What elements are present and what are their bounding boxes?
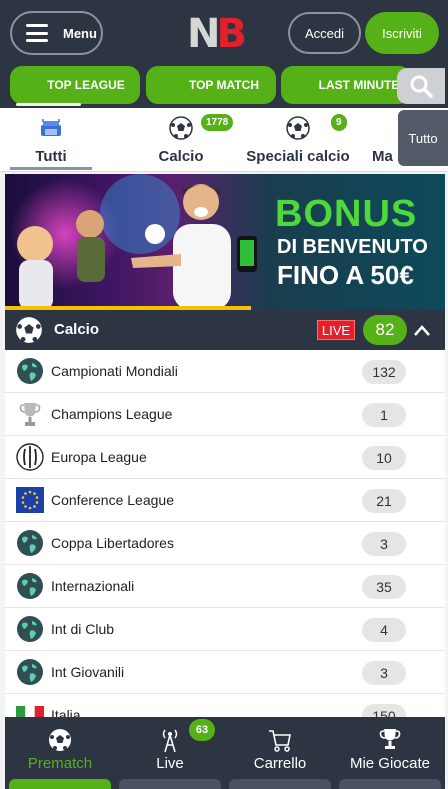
globe-icon — [17, 659, 43, 685]
competition-row[interactable]: Coppa Libertadores 3 — [5, 522, 445, 565]
logo[interactable]: NB — [187, 11, 263, 57]
competition-name: Int di Club — [51, 621, 115, 637]
event-count-badge: 9 — [331, 114, 347, 131]
chevron-up-icon[interactable] — [413, 322, 431, 340]
tab-speciali-calcio[interactable]: 9 Speciali calcio — [243, 108, 353, 172]
banner-amount: FINO A 50€ — [277, 260, 414, 290]
event-count-badge: 1778 — [201, 114, 234, 131]
competition-row[interactable]: Internazionali 35 — [5, 565, 445, 608]
tab-tutti[interactable]: Tutti — [10, 108, 92, 172]
nav-mie-giocate[interactable]: Mie Giocate — [335, 717, 445, 789]
competition-row[interactable]: Campionati Mondiali 132 — [5, 350, 445, 393]
eu-flag-icon — [16, 487, 44, 513]
competition-count: 1 — [362, 403, 406, 427]
tab-calcio[interactable]: 1778 Calcio — [140, 108, 234, 172]
competition-name: Europa League — [51, 449, 147, 465]
hamburger-icon — [26, 24, 48, 42]
search-icon — [410, 75, 433, 98]
cart-icon — [269, 730, 291, 752]
menu-label: Menu — [63, 25, 97, 41]
globe-icon — [17, 616, 43, 642]
competition-name: Int Giovanili — [51, 664, 125, 680]
competition-row[interactable]: Champions League 1 — [5, 393, 445, 436]
trophy-icon — [379, 729, 401, 749]
competition-name: Conference League — [51, 492, 174, 508]
soccer-ball-icon — [49, 729, 71, 751]
competition-count: 150 — [362, 704, 406, 717]
broadcast-tower-icon — [162, 729, 178, 753]
section-count: 82 — [363, 315, 407, 345]
tab-label: Speciali calcio — [246, 148, 350, 165]
search-button[interactable] — [397, 68, 445, 104]
active-tab-indicator — [10, 167, 92, 170]
tab-label: Calcio — [158, 148, 204, 165]
globe-icon — [17, 573, 43, 599]
top-header: Menu NB Accedi Iscriviti — [0, 0, 448, 64]
competition-name: Champions League — [51, 406, 173, 422]
globe-icon — [17, 358, 43, 384]
quick-link-label: TOP MATCH — [188, 78, 259, 92]
competition-count: 21 — [362, 489, 406, 513]
nav-indicator — [339, 779, 441, 789]
logo-letter-n: N — [187, 11, 221, 57]
nav-indicator — [229, 779, 331, 789]
competition-row[interactable]: Int di Club 4 — [5, 608, 445, 651]
quick-link-label: TOP LEAGUE — [47, 78, 125, 92]
competition-name: Campionati Mondiali — [51, 363, 178, 379]
nav-label: Prematch — [27, 755, 93, 772]
competition-row[interactable]: Conference League 21 — [5, 479, 445, 522]
soccer-ball-icon — [16, 317, 42, 343]
section-title: Calcio — [54, 321, 100, 338]
signup-button[interactable]: Iscriviti — [365, 12, 439, 54]
globe-icon — [17, 530, 43, 556]
quick-links-bar: TOP LEAGUE TOP MATCH LAST MINUTE — [0, 64, 448, 108]
competition-count: 4 — [362, 618, 406, 642]
competition-row[interactable]: Int Giovanili 3 — [5, 651, 445, 694]
competition-count: 3 — [362, 532, 406, 556]
pill-scroll-indicator — [16, 103, 81, 106]
login-button[interactable]: Accedi — [288, 12, 361, 54]
nav-prematch[interactable]: Prematch — [5, 717, 115, 789]
nav-label: Carrello — [253, 755, 307, 772]
competition-count: 3 — [362, 661, 406, 685]
competition-count: 132 — [362, 360, 406, 384]
competition-name: Internazionali — [51, 578, 135, 594]
competition-name: Coppa Libertadores — [51, 535, 174, 551]
soccer-ball-icon — [286, 116, 310, 140]
bottom-navigation: Prematch Live Carrello Mie Giocate 63 — [5, 717, 445, 789]
banner-subtitle: DI BENVENUTO — [277, 236, 428, 258]
italy-flag-icon — [16, 706, 44, 717]
athletes-illustration — [10, 174, 257, 310]
nav-indicator — [9, 779, 111, 789]
nav-label: Live — [156, 755, 184, 772]
nav-indicator — [119, 779, 221, 789]
quick-link-top-league[interactable]: TOP LEAGUE — [10, 66, 140, 106]
nav-label: Mie Giocate — [349, 755, 431, 772]
quick-link-label: LAST MINUTE — [318, 78, 400, 92]
competition-row[interactable]: Europa League 10 — [5, 436, 445, 479]
nav-carrello[interactable]: Carrello — [225, 717, 335, 789]
europa-league-icon — [16, 443, 44, 471]
soccer-ball-icon — [169, 116, 193, 140]
competition-list: Campionati Mondiali 132 Champions League 1 E… — [5, 350, 445, 717]
tutto-button[interactable]: Tutto — [398, 110, 448, 166]
trophy-icon — [19, 403, 41, 426]
promo-banner[interactable]: BONUS DI BENVENUTO FINO A 50€ — [5, 174, 445, 310]
tab-label: Tutti — [35, 148, 67, 165]
calcio-section-header[interactable]: Calcio LIVE 82 — [5, 310, 445, 350]
sport-tabs: Tutti 1778 Calcio 9 Speciali calcio Ma — [0, 108, 448, 172]
live-tag[interactable]: LIVE — [317, 320, 355, 340]
competition-count: 35 — [362, 575, 406, 599]
competition-name: Italia — [51, 707, 81, 717]
quick-link-top-match[interactable]: TOP MATCH — [146, 66, 276, 104]
logo-letter-b: B — [216, 11, 246, 57]
competition-row[interactable]: Italia 150 — [5, 694, 445, 717]
stadium-icon — [41, 119, 61, 136]
live-count-badge: 63 — [189, 719, 215, 741]
menu-button[interactable]: Menu — [10, 11, 103, 55]
banner-headline: BONUS — [275, 193, 418, 235]
quick-link-last-minute[interactable]: LAST MINUTE — [281, 66, 411, 104]
competition-count: 10 — [362, 446, 406, 470]
